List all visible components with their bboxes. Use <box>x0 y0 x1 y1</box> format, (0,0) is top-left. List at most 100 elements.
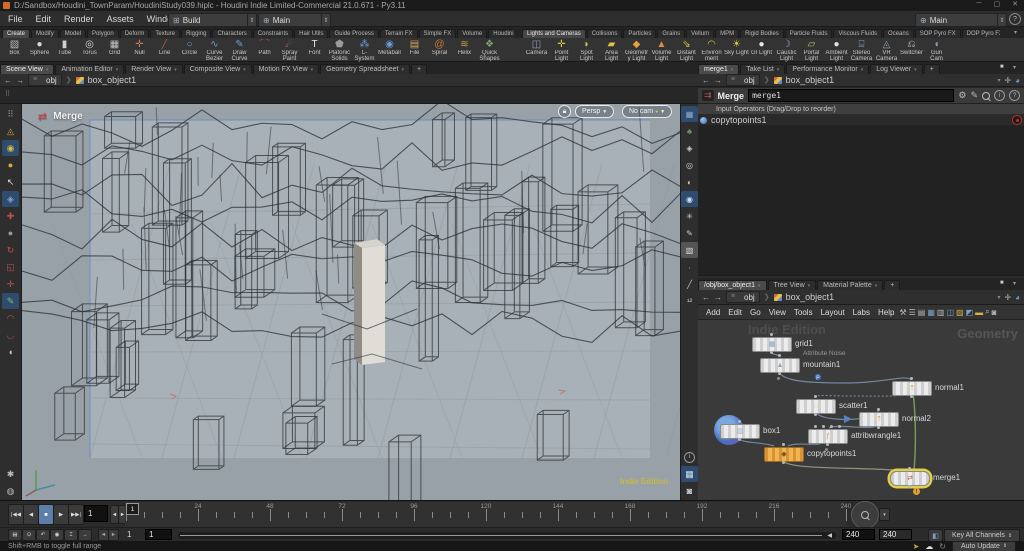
secure-selection-icon[interactable]: ◬ <box>2 123 19 139</box>
shelf-tab[interactable]: Lights and Cameras <box>522 29 586 38</box>
scope-icon[interactable]: ⊙ <box>22 529 36 541</box>
pin-icon[interactable]: ✛ <box>1004 293 1011 302</box>
range-start-field[interactable]: 1 <box>145 529 172 540</box>
tool-point-light[interactable]: ✛Point Light <box>549 39 574 63</box>
node-label[interactable]: attribwrangle1 <box>851 431 901 440</box>
tool-portal-light[interactable]: ▱Portal Light <box>799 39 824 63</box>
tab-menu-icon[interactable]: ▾ <box>46 67 49 73</box>
tool-line[interactable]: ╱Line <box>152 39 177 63</box>
translate-tool-icon[interactable]: ✚ <box>2 208 19 224</box>
foliage-icon[interactable]: ♣ <box>681 123 698 139</box>
node-path-label[interactable]: box_object1 <box>786 292 835 302</box>
show-lights-icon[interactable]: ◉ <box>2 140 19 156</box>
info-icon[interactable]: i <box>994 90 1005 101</box>
node-path-label[interactable]: box_object1 <box>786 75 835 85</box>
playhead-marker[interactable]: 1 <box>126 503 139 515</box>
pane-tab[interactable]: Take List▾ <box>740 64 785 74</box>
export-keys-icon[interactable]: ▤ <box>8 529 22 541</box>
pane-tab[interactable]: Render View▾ <box>125 64 182 74</box>
pose-tool-icon[interactable]: ✛ <box>2 276 19 292</box>
tool-curve-bezier[interactable]: ∿Curve Bezier <box>202 39 227 63</box>
node-merge1[interactable]: ⇄ <box>890 471 930 486</box>
network-menu-view[interactable]: View <box>769 308 786 317</box>
magnet-tool-icon[interactable]: ◖ <box>2 344 19 360</box>
tool-ambient-light[interactable]: ●Ambient Light <box>824 39 849 63</box>
node-label[interactable]: copytopoints1 <box>807 449 856 458</box>
node-normal2[interactable]: ⇡ <box>859 412 899 427</box>
chevron-down-icon[interactable]: ▾ <box>997 77 1000 84</box>
lock-view-icon[interactable]: ◈ <box>681 140 698 156</box>
tool-environment-light[interactable]: ◠Environment Light <box>699 39 724 63</box>
forward-icon[interactable]: → <box>714 293 722 302</box>
maximize-icon[interactable]: ▢ <box>994 0 1001 8</box>
pane-tab[interactable]: Motion FX View▾ <box>253 64 319 74</box>
shelf-tab[interactable]: Collisions <box>587 29 623 38</box>
tab-menu-icon[interactable]: ▾ <box>758 283 761 289</box>
grid-icon[interactable]: ▥ <box>937 308 945 317</box>
back-icon[interactable]: ← <box>4 76 12 85</box>
scrub-zoom-knob[interactable] <box>851 501 879 529</box>
tool-file[interactable]: ▤File <box>402 39 427 63</box>
scrub-menu-icon[interactable]: ▾ <box>879 508 890 521</box>
shelf-tab[interactable]: Viscous Fluids <box>833 29 882 38</box>
pane-tab[interactable]: Animation Editor▾ <box>55 64 124 74</box>
shelf-tab[interactable]: MPM <box>715 29 739 38</box>
pane-icon[interactable]: ■ <box>1000 280 1004 286</box>
network-menu-add[interactable]: Add <box>706 308 720 317</box>
layout-icon[interactable]: ▦ <box>681 106 698 122</box>
pane-tab[interactable]: + <box>411 64 427 74</box>
scene-viewport[interactable] <box>22 104 680 500</box>
camera-icon[interactable]: ◙ <box>992 308 997 317</box>
lights-icon[interactable]: ◐ <box>681 174 698 190</box>
tab-menu-icon[interactable]: ▾ <box>174 67 177 73</box>
headlight-icon[interactable]: ◎ <box>681 157 698 173</box>
sync-icon[interactable]: ◕ <box>1015 293 1020 302</box>
find-icon[interactable]: ⌕ <box>985 307 989 317</box>
pane-tab[interactable]: + <box>884 280 900 290</box>
tool-l-system[interactable]: ⁂L-System <box>352 39 377 63</box>
context-chip[interactable]: ≡ obj <box>726 74 760 86</box>
shelf-tab[interactable]: Rigging <box>181 29 211 38</box>
tool-tube[interactable]: ▮Tube <box>52 39 77 63</box>
tab-menu-icon[interactable]: ▾ <box>861 67 864 73</box>
follow-playhead-icon[interactable]: → <box>78 529 92 541</box>
visibility-icon[interactable]: ◍ <box>2 483 19 499</box>
node-mountain1[interactable]: ▲ <box>760 358 800 373</box>
node-normal1[interactable]: ⇡ <box>892 381 932 396</box>
tab-menu-icon[interactable]: ▾ <box>243 67 246 73</box>
context-chip[interactable]: ≡ obj <box>28 74 62 86</box>
tab-menu-icon[interactable]: ▾ <box>914 67 917 73</box>
shade-icon[interactable]: ▧ <box>681 242 698 258</box>
node-label[interactable]: merge1 <box>933 473 960 482</box>
network-menu-labs[interactable]: Labs <box>853 308 870 317</box>
shelf-tab[interactable]: Simple FX <box>419 29 457 38</box>
node-box1[interactable]: ▧ <box>720 424 760 439</box>
list-icon[interactable]: ▤ <box>918 308 926 317</box>
fan-icon[interactable]: ✳ <box>681 208 698 224</box>
node-path-label[interactable]: box_object1 <box>88 75 137 85</box>
tool-draw-curve[interactable]: ✎Draw Curve <box>227 39 252 63</box>
refresh-icon[interactable]: ↻ <box>939 542 946 551</box>
node-name-field[interactable]: merge1 <box>748 89 954 102</box>
shelf-icon[interactable]: ▬ <box>975 308 983 317</box>
tool-platonic-solids[interactable]: ⬟Platonic Solids <box>327 39 352 63</box>
main-right-spinner[interactable]: ⇕ <box>997 13 1007 27</box>
tool-sky-light[interactable]: ☀Sky Light <box>724 39 749 63</box>
shelf-tab[interactable]: Hair Utils <box>294 29 328 38</box>
context-chip[interactable]: ≡ obj <box>726 291 760 303</box>
tool-gun-cam[interactable]: ◖Gun Cam <box>924 39 949 63</box>
pane-tab[interactable]: Geometry Spreadsheet▾ <box>320 64 410 74</box>
tool-metaball[interactable]: ◉Metaball <box>377 39 402 63</box>
tool-null[interactable]: ✛Null <box>127 39 152 63</box>
tool-caustic-light[interactable]: ☽Caustic Light <box>774 39 799 63</box>
shelf-tab[interactable]: DOP Pyro FX <box>962 29 1000 38</box>
node-label[interactable]: normal1 <box>935 383 964 392</box>
node-label[interactable]: normal2 <box>902 414 931 423</box>
tool-font[interactable]: TFont <box>302 39 327 63</box>
pane-tab[interactable]: Log Viewer▾ <box>870 64 922 74</box>
shelf-tab[interactable]: Vellum <box>686 29 714 38</box>
shelf-tab[interactable]: Rigid Bodies <box>740 29 784 38</box>
back-icon[interactable]: ← <box>702 293 710 302</box>
menu-item-assets[interactable]: Assets <box>107 14 134 24</box>
snapshot-icon[interactable]: ◫ <box>946 308 954 317</box>
